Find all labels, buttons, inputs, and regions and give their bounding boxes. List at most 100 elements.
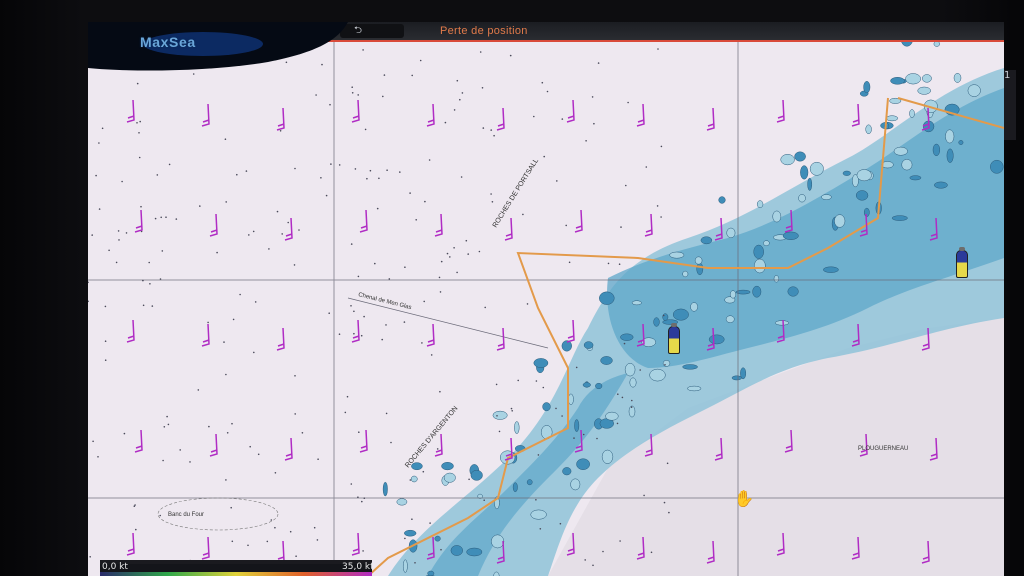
sounding-dot (320, 177, 322, 179)
rock-blob (922, 74, 932, 83)
sounding-dot (140, 205, 142, 208)
sounding-dot (139, 120, 141, 123)
sounding-dot (666, 462, 669, 465)
rock-blob (932, 143, 941, 157)
sounding-dot (559, 522, 562, 525)
rock-blob (662, 360, 671, 367)
side-tab[interactable]: 1 (1004, 70, 1016, 140)
sounding-dot (361, 500, 363, 503)
rock-blob (809, 161, 824, 176)
hand-cursor-icon: ✋ (734, 489, 754, 508)
sounding-dot (584, 559, 586, 561)
sounding-dot (354, 168, 357, 170)
sounding-dot (404, 266, 406, 268)
sounding-dot (216, 251, 218, 254)
rock-blob (780, 154, 795, 166)
chart-view[interactable]: ROCHES DE PORTSALL ROCHES D'ARGENTON Che… (88, 28, 1004, 576)
sounding-dot (161, 250, 164, 252)
rock-blob (653, 317, 660, 327)
sounding-dot (645, 166, 648, 168)
sounding-dot (159, 278, 162, 280)
rock-blob (834, 214, 846, 228)
sounding-dot (313, 526, 316, 529)
rock-blob (396, 498, 408, 506)
buoy-icon[interactable] (956, 247, 968, 278)
sounding-dot (596, 437, 598, 440)
sounding-dot (317, 458, 319, 461)
sounding-dot (350, 243, 353, 245)
sounding-dot (517, 379, 519, 382)
rock-blob (690, 302, 698, 312)
sounding-dot (411, 74, 414, 77)
sounding-dot (422, 470, 425, 473)
sounding-dot (364, 128, 367, 131)
sounding-dot (390, 441, 392, 444)
rock-blob (773, 275, 780, 283)
sounding-dot (374, 262, 376, 265)
rock-blob (382, 481, 388, 497)
sounding-dot (382, 95, 384, 98)
sounding-dot (465, 239, 468, 242)
sounding-dot (165, 216, 167, 218)
sounding-dot (325, 194, 328, 197)
sounding-dot (268, 248, 270, 250)
sounding-dot (142, 279, 144, 282)
sounding-dot (411, 518, 413, 520)
sounding-dot (460, 176, 463, 178)
sounding-dot (403, 321, 406, 323)
sounding-dot (350, 305, 352, 307)
rock-blob (562, 467, 572, 476)
sounding-dot (535, 499, 537, 501)
sounding-dot (555, 407, 557, 410)
sounding-dot (385, 324, 387, 326)
sounding-dot (585, 140, 587, 142)
rock-blob (404, 529, 417, 537)
sounding-dot (575, 366, 578, 369)
sounding-dot (607, 262, 610, 265)
rock-blob (605, 411, 619, 421)
sounding-dot (561, 118, 564, 120)
sounding-dot (207, 321, 209, 324)
sounding-dot (409, 192, 411, 194)
rock-blob (631, 300, 642, 306)
sounding-dot (289, 530, 292, 533)
sounding-dot (223, 341, 225, 343)
sounding-dot (482, 127, 485, 129)
sounding-dot (154, 217, 157, 220)
rock-blob (530, 509, 547, 520)
sounding-dot (97, 456, 99, 458)
rock-blob (576, 458, 590, 470)
rock-blob (725, 315, 735, 323)
nautical-chart[interactable]: ROCHES DE PORTSALL ROCHES D'ARGENTON Che… (88, 28, 1004, 576)
sounding-dot (274, 526, 276, 529)
sounding-dot (366, 177, 368, 180)
rock-blob (794, 151, 806, 162)
rock-blob (700, 236, 713, 245)
rock-blob (542, 402, 551, 412)
sounding-dot (627, 101, 629, 104)
rock-blob (909, 109, 915, 118)
back-button[interactable]: ⮌ (340, 24, 404, 38)
sounding-dot (294, 167, 296, 170)
sounding-dot (597, 62, 600, 64)
sounding-dot (104, 305, 107, 308)
sounding-dot (453, 109, 456, 111)
sounding-dot (346, 395, 349, 398)
rock-blob (620, 333, 634, 341)
sounding-dot (419, 59, 422, 62)
sounding-dot (362, 550, 364, 552)
sounding-dot (386, 169, 388, 171)
sounding-dot (362, 49, 364, 51)
rock-blob (772, 210, 782, 223)
sounding-dot (192, 73, 195, 75)
logo-text: MaxSea (140, 34, 196, 50)
sounding-dot (279, 130, 282, 132)
buoy-icon[interactable] (668, 323, 680, 354)
back-arrow-icon: ⮌ (354, 25, 363, 36)
rock-blob (492, 410, 508, 420)
sounding-dot (257, 453, 260, 456)
rock-blob (787, 286, 799, 297)
sounding-dot (616, 422, 619, 425)
rock-blob (682, 364, 698, 370)
sounding-dot (495, 383, 498, 386)
